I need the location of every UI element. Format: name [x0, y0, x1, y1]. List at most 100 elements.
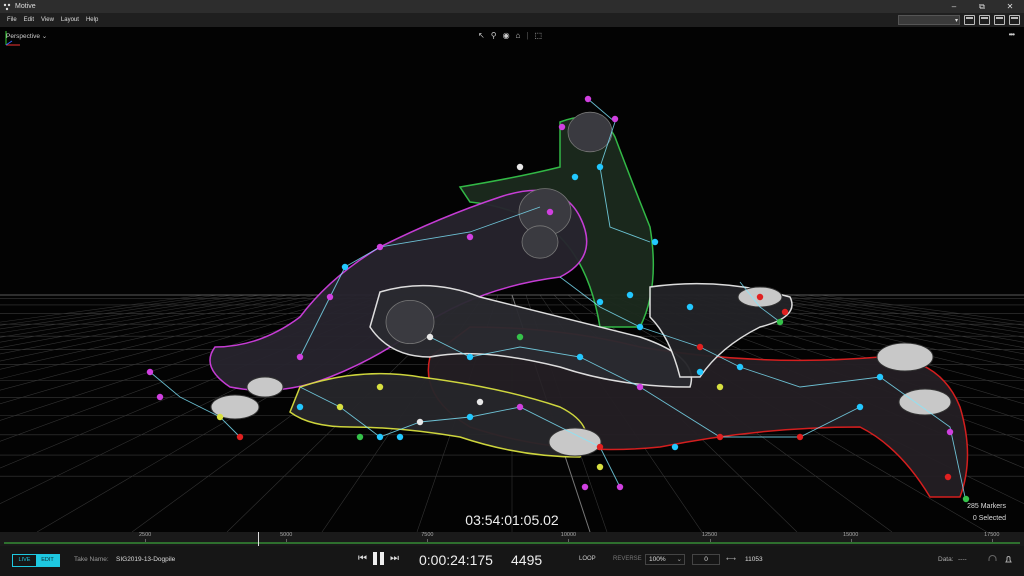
mocap-marker — [466, 353, 474, 361]
3d-viewport[interactable]: 3 m Perspective ⌄ ↖ ⚲ ◉ ⌂ | ⬚ ••• 03:54:… — [0, 27, 1024, 532]
mocap-marker — [611, 115, 619, 123]
playback-time: 0:00:24:175 — [419, 552, 493, 568]
timeline-tick-mark — [427, 539, 429, 542]
mocap-marker — [596, 298, 604, 306]
reverse-toggle[interactable]: REVERSE — [613, 556, 642, 562]
pause-icon[interactable] — [373, 552, 384, 565]
timeline-tick-label: 15000 — [843, 532, 859, 538]
timeline-tick-label: 2500 — [138, 532, 152, 538]
menu-view[interactable]: View — [41, 17, 54, 23]
layout-icon-2[interactable] — [979, 15, 990, 25]
take-name-field[interactable]: SIG2019-13-Dogpile — [116, 556, 175, 563]
mode-toggle[interactable]: LIVE EDIT — [12, 554, 60, 567]
current-frame[interactable]: 4495 — [511, 552, 542, 568]
skip-forward-icon[interactable]: ⏭ — [390, 553, 399, 564]
mocap-marker — [781, 308, 789, 316]
mocap-marker — [216, 413, 224, 421]
timecode-overlay: 03:54:01:05.02 — [465, 512, 559, 528]
marker-count: 285 Markers — [967, 503, 1006, 510]
mocap-marker — [296, 353, 304, 361]
timeline-tick-label: 7500 — [421, 532, 434, 538]
timeline-tick-label: 17500 — [984, 532, 1000, 538]
mocap-marker — [516, 333, 524, 341]
layout-dropdown[interactable]: ▾ — [898, 15, 960, 25]
close-button[interactable]: ✕ — [996, 0, 1024, 13]
layout-icon-3[interactable] — [994, 15, 1005, 25]
chevron-down-icon: ⌄ — [676, 556, 682, 563]
actor-head — [521, 225, 559, 259]
mocap-marker — [516, 403, 524, 411]
timeline-tick-mark — [286, 539, 288, 542]
live-mode-button[interactable]: LIVE — [13, 555, 36, 566]
mocap-marker — [146, 368, 154, 376]
playback-speed-value: 100% — [649, 556, 666, 563]
mocap-marker — [576, 353, 584, 361]
mocap-marker — [946, 428, 954, 436]
camera-icon[interactable]: ⌂ — [516, 31, 521, 40]
mocap-marker — [616, 483, 624, 491]
mocap-marker — [696, 343, 704, 351]
timeline-scrubber[interactable]: 2500 5000 7500 10000 12500 15000 17500 — [0, 532, 1024, 546]
mocap-marker — [326, 293, 334, 301]
region-select-icon[interactable]: ⬚ — [534, 31, 542, 40]
mocap-marker — [466, 413, 474, 421]
minimize-button[interactable]: ‒ — [940, 0, 968, 13]
timeline-tick-label: 5000 — [280, 532, 293, 538]
mocap-marker — [671, 443, 679, 451]
actor-foot — [548, 427, 602, 457]
mocap-marker — [716, 383, 724, 391]
floor-grid-line — [0, 294, 317, 362]
mocap-marker — [341, 263, 349, 271]
timeline-tick-mark — [709, 539, 711, 542]
mocap-marker — [944, 473, 952, 481]
mocap-marker — [962, 495, 970, 503]
range-start-field[interactable]: 0 — [692, 554, 720, 565]
menu-bar: File Edit View Layout Help ▾ — [0, 13, 1024, 27]
layout-icon-4[interactable] — [1009, 15, 1020, 25]
menu-edit[interactable]: Edit — [24, 17, 34, 23]
mocap-marker — [756, 293, 764, 301]
skip-back-icon[interactable]: ⏮ — [358, 553, 367, 564]
timeline-tick-mark — [145, 539, 147, 542]
data-label: Data: — [938, 556, 954, 563]
mocap-marker — [476, 398, 484, 406]
zoom-icon[interactable]: ⚲ — [491, 31, 497, 40]
actor-foot — [246, 376, 284, 398]
data-value: ---- — [958, 556, 967, 563]
mocap-marker — [546, 208, 554, 216]
mocap-marker — [376, 383, 384, 391]
menu-help[interactable]: Help — [86, 17, 98, 23]
mocap-marker — [636, 383, 644, 391]
actor-head — [385, 299, 435, 344]
bell-icon[interactable] — [1004, 555, 1013, 564]
restore-button[interactable]: ⧉ — [968, 0, 996, 13]
timeline-track[interactable] — [4, 542, 1020, 544]
mocap-marker — [356, 433, 364, 441]
mocap-marker — [156, 393, 164, 401]
mocap-marker — [581, 483, 589, 491]
mocap-marker — [636, 323, 644, 331]
menu-layout[interactable]: Layout — [61, 17, 79, 23]
mocap-marker — [376, 243, 384, 251]
mocap-marker — [516, 163, 524, 171]
mocap-marker — [426, 333, 434, 341]
mocap-marker — [856, 403, 864, 411]
eye-icon[interactable]: ◉ — [503, 31, 510, 40]
edit-mode-button[interactable]: EDIT — [36, 555, 59, 566]
more-options-icon[interactable]: ••• — [1009, 30, 1015, 39]
select-icon[interactable]: ↖ — [478, 31, 485, 40]
actor-head — [567, 111, 613, 153]
headset-icon[interactable] — [988, 555, 997, 564]
range-end-field[interactable]: 11053 — [745, 556, 763, 563]
layout-icon-1[interactable] — [964, 15, 975, 25]
timeline-tick-mark — [991, 539, 993, 542]
selected-count: 0 Selected — [972, 515, 1006, 522]
menu-file[interactable]: File — [7, 17, 17, 23]
timeline-playhead[interactable] — [257, 532, 259, 546]
mocap-marker — [796, 433, 804, 441]
playback-speed-select[interactable]: 100% ⌄ — [645, 554, 685, 565]
loop-toggle[interactable]: LOOP — [579, 556, 596, 562]
floor-grid-line — [0, 294, 247, 334]
mocap-marker — [596, 443, 604, 451]
mocap-marker — [416, 418, 424, 426]
